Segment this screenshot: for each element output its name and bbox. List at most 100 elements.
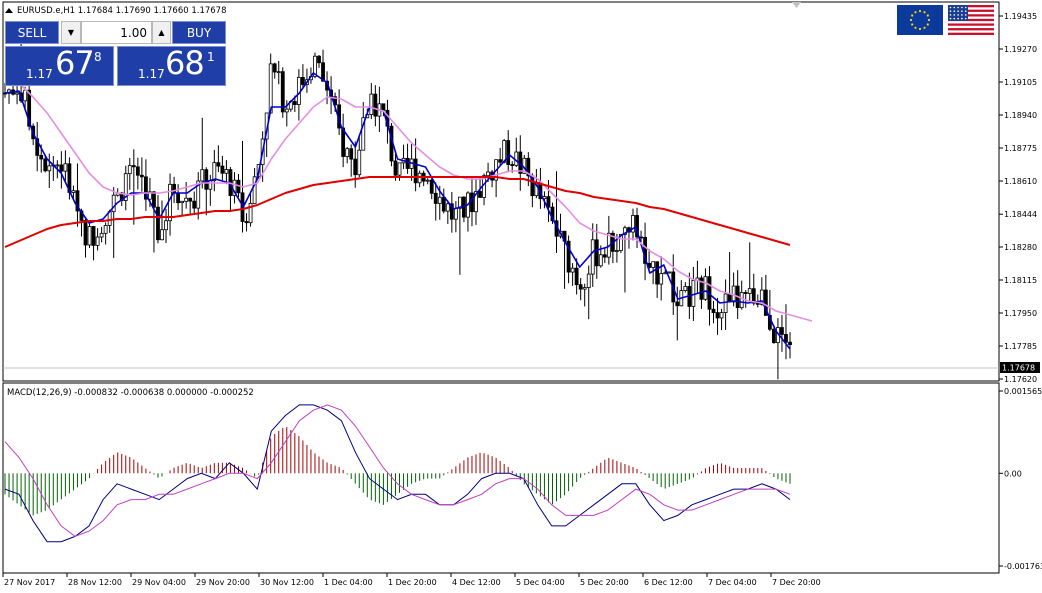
eu-flag-star — [911, 23, 914, 26]
candle-body — [747, 288, 752, 294]
us-flag-star — [949, 10, 952, 12]
lot-size-input[interactable] — [81, 21, 152, 44]
candle-body — [405, 157, 410, 169]
candle-body — [353, 158, 358, 176]
candle-body — [771, 328, 776, 344]
x-tick-label: 30 Nov 12:00 — [260, 578, 314, 587]
candle-body — [152, 191, 156, 208]
candle-body — [59, 164, 64, 172]
y-tick-label: 1.19435 — [1004, 12, 1037, 21]
candle-body — [63, 163, 68, 172]
candle-body — [55, 164, 60, 167]
candle-body — [453, 207, 458, 220]
us-flag-stripe — [948, 25, 994, 29]
candle-body — [602, 254, 607, 258]
candle-body — [349, 148, 354, 160]
us-flag-star — [961, 6, 963, 9]
eu-flag-star — [914, 11, 917, 14]
candle-body — [417, 172, 422, 184]
candle-body — [180, 200, 185, 204]
candle-body — [655, 261, 660, 285]
candle-body — [546, 196, 551, 208]
us-flag-star — [964, 10, 967, 12]
us-flag-star — [964, 6, 967, 9]
candle-body — [43, 158, 48, 172]
candle-body — [397, 162, 402, 176]
buy-button[interactable]: BUY — [172, 21, 226, 44]
candle-body — [216, 162, 221, 167]
candle-body — [164, 220, 168, 231]
us-flag-star — [964, 17, 967, 20]
sell-price-prefix: 1.17 — [26, 67, 53, 81]
x-tick-label: 29 Nov 04:00 — [132, 578, 186, 587]
candle-body — [188, 197, 193, 202]
candle-body — [659, 273, 664, 285]
candle-body — [208, 180, 213, 190]
candle-body — [135, 166, 140, 176]
candle-body — [470, 192, 474, 213]
sell-button[interactable]: SELL — [5, 21, 59, 44]
arrow-up-icon[interactable]: ▲ — [152, 21, 171, 44]
y-tick-label: 1.19270 — [1004, 45, 1037, 54]
candle-body — [284, 108, 289, 113]
current-price-label: 1.17678 — [1002, 364, 1035, 373]
candle-body — [614, 250, 619, 252]
candle-body — [437, 196, 442, 204]
candle-body — [292, 101, 297, 105]
y-tick-label: 1.18444 — [1004, 210, 1037, 219]
buy-price-box[interactable]: 1.17 68 1 — [117, 44, 226, 86]
candle-body — [127, 165, 132, 175]
candle-body — [582, 287, 587, 290]
candle-body — [204, 169, 209, 190]
candle-body — [244, 221, 249, 224]
candle-body — [506, 140, 511, 165]
candle-body — [156, 206, 160, 241]
us-flag-stripe — [948, 30, 994, 33]
x-tick-label: 29 Nov 20:00 — [196, 578, 250, 587]
candle-body — [83, 220, 88, 246]
y-tick-label: 1.18775 — [1004, 144, 1037, 153]
eu-flag-star — [923, 26, 926, 29]
candle-body — [780, 327, 784, 335]
candle-body — [160, 229, 164, 241]
candle-body — [486, 171, 490, 177]
y-tick-label: 1.18940 — [1004, 111, 1037, 120]
candle-body — [139, 174, 144, 178]
y-tick-label: 1.17785 — [1004, 342, 1037, 351]
eu-flag-star — [918, 27, 922, 31]
x-tick-label: 27 Nov 2017 — [4, 578, 55, 587]
candle-body — [357, 149, 362, 176]
candle-body — [651, 261, 656, 268]
arrow-down-icon[interactable]: ▼ — [61, 21, 81, 44]
chart-window[interactable]: 1.19435 1.19270 1.19105 1.18940 1.18775 1.186… — [0, 0, 1042, 593]
candle-body — [131, 165, 136, 168]
candle-body — [103, 224, 108, 234]
us-flag-icon — [948, 5, 994, 36]
candle-body — [212, 162, 217, 182]
candle-body — [639, 236, 643, 239]
candle-body — [743, 292, 748, 294]
candle-body — [590, 239, 595, 275]
y-tick-label: 1.19105 — [1004, 78, 1037, 87]
us-flag-stripe — [948, 32, 994, 36]
sell-price-sup: 8 — [94, 50, 102, 64]
us-flag-stripe — [948, 21, 994, 24]
macd-frame[interactable] — [2, 382, 1000, 574]
us-flag-star — [957, 6, 959, 9]
x-tick-label: 7 Dec 04:00 — [708, 578, 757, 587]
x-tick-label: 7 Dec 20:00 — [772, 578, 821, 587]
y-tick-label: 1.18610 — [1004, 177, 1037, 186]
eu-flag-field — [897, 5, 943, 35]
us-flag-star — [953, 6, 956, 9]
candle-body — [87, 226, 92, 246]
candle-body — [719, 312, 724, 319]
candle-body — [715, 312, 720, 319]
sell-price-box[interactable]: 1.17 67 8 — [5, 44, 114, 86]
candle-body — [594, 239, 599, 267]
candle-body — [570, 267, 575, 273]
x-tick-label: 5 Dec 04:00 — [516, 578, 565, 587]
us-flag-star — [949, 14, 952, 16]
candle-body — [15, 92, 19, 95]
candle-body — [739, 292, 744, 309]
candle-body — [345, 148, 350, 157]
